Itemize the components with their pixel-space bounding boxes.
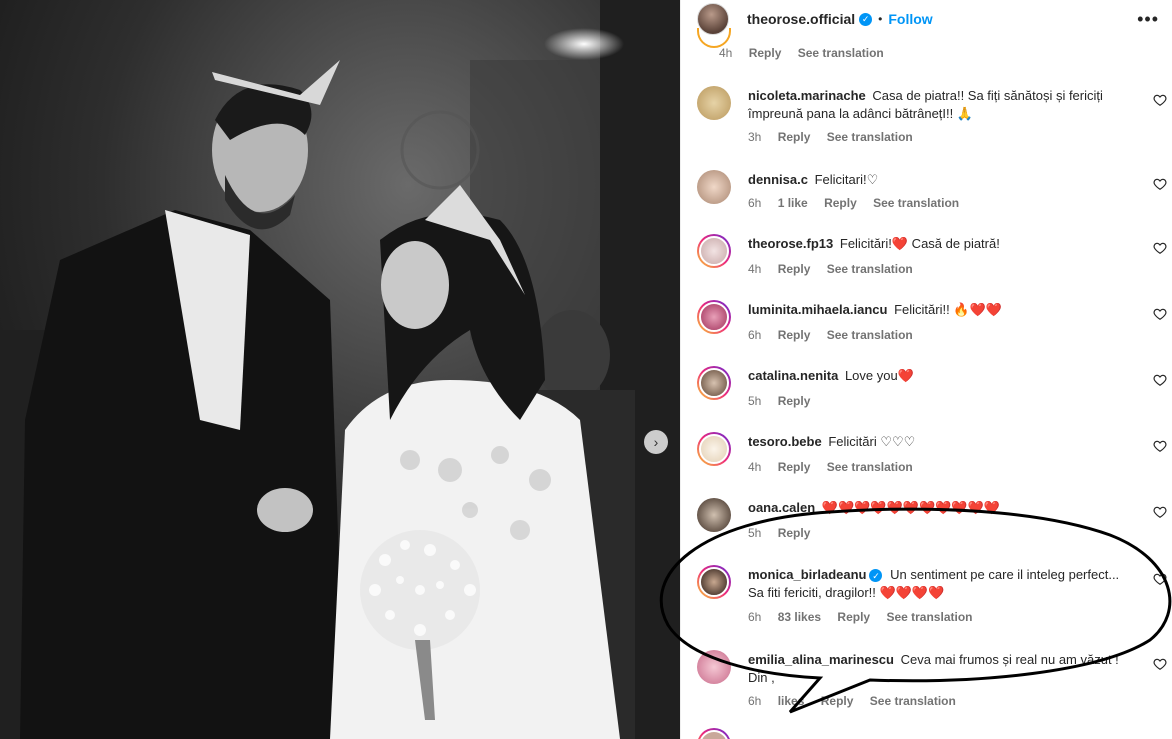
separator-dot: • — [878, 12, 883, 26]
like-heart-icon[interactable] — [1153, 241, 1167, 255]
comment-meta: 4h Reply See translation — [748, 262, 926, 276]
avatar[interactable] — [697, 728, 731, 739]
avatar[interactable] — [697, 650, 731, 684]
comment-time[interactable]: 6h — [748, 610, 761, 624]
see-translation-button[interactable]: See translation — [886, 610, 972, 624]
comment-meta: 6h Reply See translation — [748, 328, 926, 342]
comment-meta: 4h Reply See translation — [748, 460, 926, 474]
reply-button[interactable]: Reply — [778, 526, 811, 540]
chevron-right-icon: › — [653, 434, 659, 450]
comment-meta: 6h 83 likes Reply See translation — [748, 610, 985, 624]
reply-button[interactable]: Reply — [778, 262, 811, 276]
see-translation-button[interactable]: See translation — [870, 694, 956, 708]
comment-text: ❤️❤️❤️❤️❤️❤️❤️❤️❤️❤️❤️ — [821, 500, 1000, 515]
comment-username[interactable]: oana.calen — [748, 500, 815, 515]
avatar[interactable] — [697, 28, 731, 48]
reply-button[interactable]: Reply — [821, 694, 854, 708]
see-translation-button[interactable]: See translation — [827, 328, 913, 342]
follow-button[interactable]: Follow — [888, 11, 932, 27]
comment-time[interactable]: 3h — [748, 130, 761, 144]
comment-meta: 6h likes Reply See translation — [748, 694, 969, 708]
comment-text: Felicitări!❤️ Casă de piatră! — [839, 236, 1000, 251]
like-heart-icon[interactable] — [1153, 572, 1167, 586]
like-heart-icon[interactable] — [1153, 657, 1167, 671]
comment-meta: 6h 1 like Reply See translation — [748, 196, 972, 210]
comment-username[interactable]: monica_birladeanu — [748, 567, 866, 582]
reply-button[interactable]: Reply — [778, 460, 811, 474]
post-header: theorose.official ✓ • Follow ••• — [681, 0, 1172, 38]
comment-time[interactable]: 6h — [748, 694, 761, 708]
see-translation-button[interactable]: See translation — [827, 460, 913, 474]
comment-meta: 5h Reply — [748, 394, 823, 408]
next-image-button[interactable]: › — [644, 430, 668, 454]
reply-button[interactable]: Reply — [824, 196, 857, 210]
verified-badge-icon: ✓ — [869, 569, 883, 583]
avatar[interactable] — [697, 366, 731, 400]
comment-text: Love you❤️ — [844, 368, 914, 383]
comment-username[interactable]: catalina.nenita — [748, 368, 838, 383]
reply-button[interactable]: Reply — [778, 394, 811, 408]
see-translation-button[interactable]: See translation — [827, 130, 913, 144]
comment-username[interactable]: dennisa.c — [748, 172, 808, 187]
comment-time[interactable]: 5h — [748, 394, 761, 408]
author-username[interactable]: theorose.official — [747, 11, 855, 27]
wedding-photo-illustration — [0, 0, 680, 739]
comment-text: Felicitări ♡♡♡ — [828, 434, 916, 449]
comment-username[interactable]: nicoleta.marinache — [748, 88, 866, 103]
post-photo: › — [0, 0, 680, 739]
comment-username[interactable]: luminita.mihaela.iancu — [748, 302, 887, 317]
comment-time[interactable]: 6h — [748, 196, 761, 210]
see-translation-button[interactable]: See translation — [873, 196, 959, 210]
like-heart-icon[interactable] — [1153, 93, 1167, 107]
comment-meta: 5h Reply — [748, 526, 823, 540]
reply-button[interactable]: Reply — [778, 328, 811, 342]
likes-count[interactable]: 1 like — [778, 196, 808, 210]
comment-time[interactable]: 5h — [748, 526, 761, 540]
more-options-icon[interactable]: ••• — [1137, 9, 1159, 30]
verified-badge-icon: ✓ — [859, 12, 873, 26]
avatar[interactable] — [697, 300, 731, 334]
avatar[interactable] — [697, 170, 731, 204]
avatar[interactable] — [697, 432, 731, 466]
comment-meta: 4h Reply See translation — [719, 46, 884, 60]
like-heart-icon[interactable] — [1153, 439, 1167, 453]
likes-count[interactable]: likes — [778, 694, 805, 708]
like-heart-icon[interactable] — [1153, 505, 1167, 519]
avatar[interactable] — [697, 498, 731, 532]
like-heart-icon[interactable] — [1153, 307, 1167, 321]
like-heart-icon[interactable] — [1153, 177, 1167, 191]
comment-text: Felicitari!♡ — [814, 172, 879, 187]
comment-username[interactable]: emilia_alina_marinescu — [748, 652, 894, 667]
avatar[interactable] — [697, 565, 731, 599]
comment-text: Felicitări!! 🔥❤️❤️ — [894, 302, 1002, 317]
comment-time[interactable]: 6h — [748, 328, 761, 342]
comment-meta: 3h Reply See translation — [748, 130, 926, 144]
avatar[interactable] — [697, 234, 731, 268]
likes-count[interactable]: 83 likes — [778, 610, 821, 624]
comment-username[interactable]: theorose.fp13 — [748, 236, 833, 251]
comment-time[interactable]: 4h — [748, 460, 761, 474]
reply-button[interactable]: Reply — [778, 130, 811, 144]
reply-button[interactable]: Reply — [749, 46, 782, 60]
avatar[interactable] — [697, 86, 731, 120]
see-translation-button[interactable]: See translation — [827, 262, 913, 276]
comments-panel: theorose.official ✓ • Follow ••• 4h Repl… — [680, 0, 1172, 739]
comment-time[interactable]: 4h — [748, 262, 761, 276]
like-heart-icon[interactable] — [1153, 373, 1167, 387]
reply-button[interactable]: Reply — [837, 610, 870, 624]
comment-username[interactable]: tesoro.bebe — [748, 434, 822, 449]
see-translation-button[interactable]: See translation — [798, 46, 884, 60]
